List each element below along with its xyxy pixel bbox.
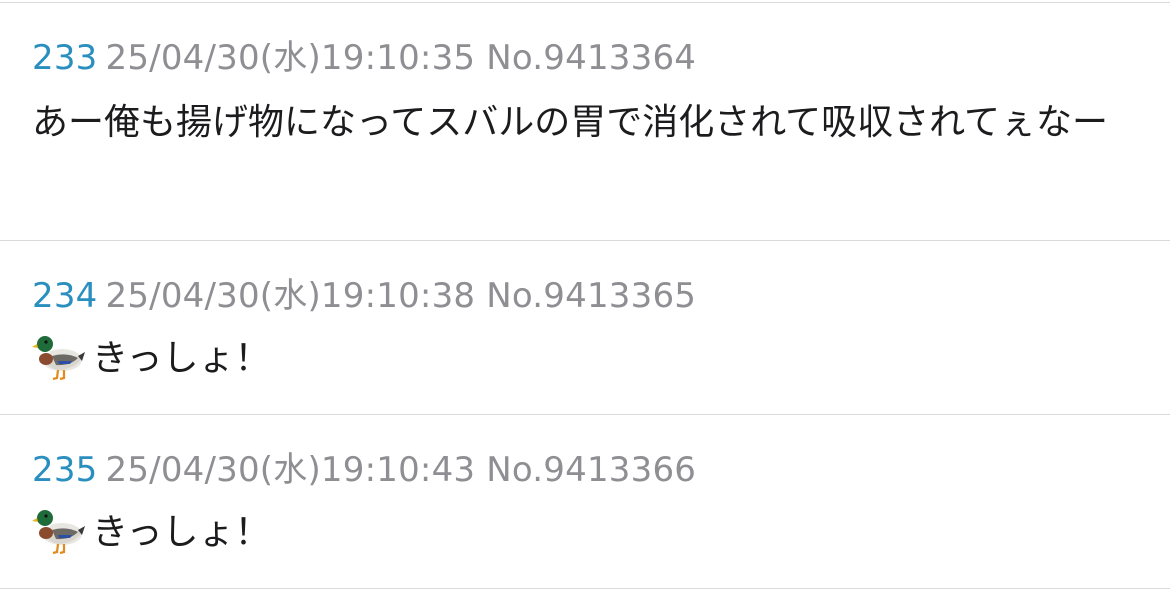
post-text: きっしょ！ bbox=[92, 338, 271, 379]
post-meta: 25/04/30(水)19:10:43 No.9413366 bbox=[105, 450, 697, 490]
post-text: きっしょ！ bbox=[92, 512, 271, 553]
duck-icon bbox=[32, 328, 86, 382]
post-header: 235 25/04/30(水)19:10:43 No.9413366 bbox=[32, 450, 696, 490]
post-number[interactable]: 233 bbox=[32, 38, 98, 78]
post-header: 233 25/04/30(水)19:10:35 No.9413364 bbox=[32, 38, 696, 78]
post-header: 234 25/04/30(水)19:10:38 No.9413365 bbox=[32, 276, 696, 316]
duck-icon bbox=[32, 502, 86, 556]
post-number[interactable]: 235 bbox=[32, 450, 98, 490]
post-body: きっしょ！ bbox=[32, 502, 1142, 564]
post-meta: 25/04/30(水)19:10:35 No.9413364 bbox=[105, 38, 697, 78]
post-234: 234 25/04/30(水)19:10:38 No.9413365 きっしょ！ bbox=[0, 240, 1170, 414]
post-body: あー俺も揚げ物になってスバルの胃で消化されて吸収されてぇなー bbox=[32, 92, 1142, 154]
post-meta: 25/04/30(水)19:10:38 No.9413365 bbox=[105, 276, 697, 316]
post-233: 233 25/04/30(水)19:10:35 No.9413364 あー俺も揚げ… bbox=[0, 0, 1170, 240]
thread-view: 233 25/04/30(水)19:10:35 No.9413364 あー俺も揚げ… bbox=[0, 0, 1170, 596]
post-number[interactable]: 234 bbox=[32, 276, 98, 316]
post-text: あー俺も揚げ物になってスバルの胃で消化されて吸収されてぇなー bbox=[32, 102, 1109, 143]
divider bbox=[0, 588, 1170, 589]
post-body: きっしょ！ bbox=[32, 328, 1142, 390]
post-235: 235 25/04/30(水)19:10:43 No.9413366 きっしょ！ bbox=[0, 414, 1170, 588]
